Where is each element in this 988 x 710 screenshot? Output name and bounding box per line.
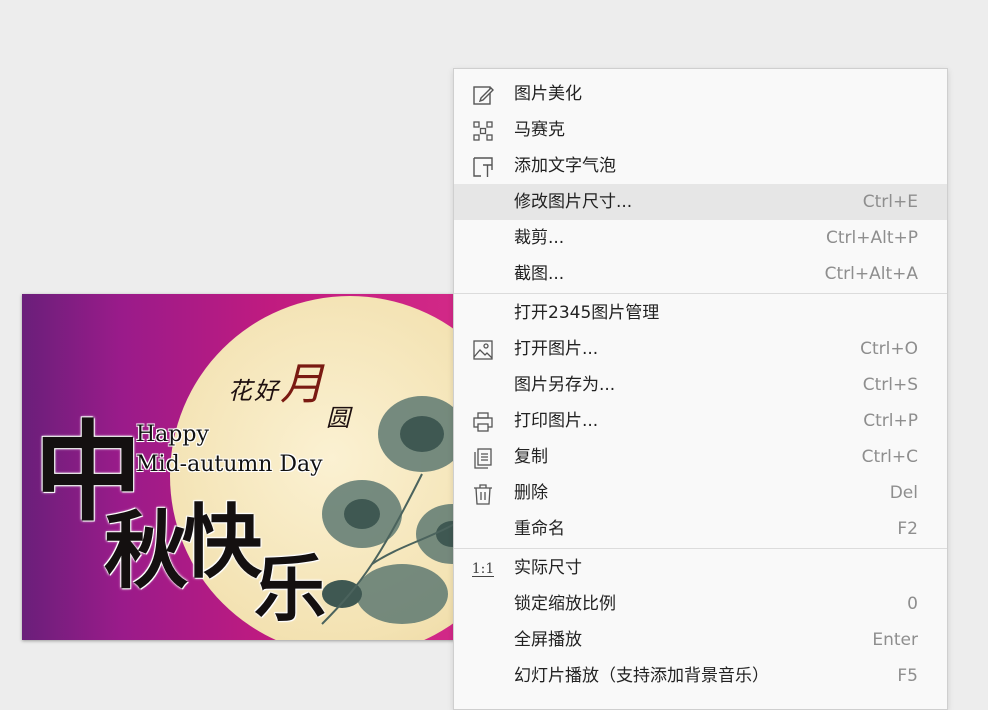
menu-item-fullscreen[interactable]: 全屏播放 Enter (454, 622, 947, 658)
verse-text: 花好月 圆 (228, 348, 350, 432)
actual-size-icon-text: 1:1 (471, 560, 495, 577)
menu-item-label: 马赛克 (514, 120, 565, 140)
context-menu: 图片美化 马赛克 添加文字气泡 修改图片尺寸... Ctrl+E 裁剪... C… (453, 68, 948, 710)
menu-item-label: 打开2345图片管理 (514, 303, 660, 323)
menu-item-shortcut: Ctrl+C (861, 447, 918, 467)
menu-item-shortcut: Ctrl+Alt+A (824, 264, 918, 284)
menu-item-label: 图片美化 (514, 84, 582, 104)
menu-separator (454, 293, 947, 294)
menu-item-label: 图片另存为... (514, 375, 616, 395)
menu-item-label: 全屏播放 (514, 630, 582, 650)
menu-item-label: 添加文字气泡 (514, 156, 616, 176)
english-greeting-line1: Happy (136, 422, 209, 447)
menu-item-shortcut: Ctrl+O (860, 339, 918, 359)
calligraphy-char-4: 乐 (254, 546, 327, 631)
menu-item-shortcut: F2 (897, 519, 918, 539)
menu-item-shortcut: Ctrl+S (862, 375, 918, 395)
menu-item-label: 重命名 (514, 519, 565, 539)
menu-item-beautify[interactable]: 图片美化 (454, 76, 947, 112)
menu-item-label: 裁剪... (514, 228, 565, 248)
menu-item-screenshot[interactable]: 截图... Ctrl+Alt+A (454, 256, 947, 292)
menu-item-mosaic[interactable]: 马赛克 (454, 112, 947, 148)
printer-icon (472, 411, 494, 433)
menu-item-label: 截图... (514, 264, 565, 284)
menu-item-actual-size[interactable]: 1:1 实际尺寸 (454, 550, 947, 586)
menu-separator (454, 548, 947, 549)
menu-item-shortcut: Del (889, 483, 918, 503)
actual-size-icon: 1:1 (471, 558, 495, 580)
image-icon (472, 339, 494, 361)
image-preview: 花好月 圆 中 秋 快 乐 Happy Mid-autumn Day (22, 294, 474, 640)
menu-item-shortcut: Ctrl+E (862, 192, 918, 212)
verse-part1: 花好 (228, 377, 280, 405)
copy-icon (472, 447, 494, 469)
menu-item-label: 修改图片尺寸... (514, 192, 633, 212)
calligraphy-char-2: 秋 (104, 501, 189, 600)
menu-item-label: 打印图片... (514, 411, 599, 431)
menu-item-open-image[interactable]: 打开图片... Ctrl+O (454, 331, 947, 367)
menu-item-slideshow[interactable]: 幻灯片播放（支持添加背景音乐） F5 (454, 658, 947, 694)
menu-item-shortcut: Enter (872, 630, 918, 650)
english-greeting-line2: Mid-autumn Day (136, 452, 323, 477)
text-bubble-icon (472, 156, 494, 178)
menu-item-copy[interactable]: 复制 Ctrl+C (454, 439, 947, 475)
menu-item-crop[interactable]: 裁剪... Ctrl+Alt+P (454, 220, 947, 256)
edit-icon (472, 84, 494, 106)
menu-item-shortcut: Ctrl+Alt+P (825, 228, 918, 248)
calligraphy-char-3: 快 (182, 495, 262, 589)
verse-red-char: 月 (280, 359, 326, 410)
menu-item-lock-zoom[interactable]: 锁定缩放比例 0 (454, 586, 947, 622)
menu-item-label: 幻灯片播放（支持添加背景音乐） (514, 666, 769, 686)
menu-item-text-bubble[interactable]: 添加文字气泡 (454, 148, 947, 184)
menu-item-label: 锁定缩放比例 (514, 594, 616, 614)
verse-part2: 圆 (326, 404, 352, 432)
menu-item-open-manager[interactable]: 打开2345图片管理 (454, 295, 947, 331)
menu-item-save-as[interactable]: 图片另存为... Ctrl+S (454, 367, 947, 403)
menu-item-resize[interactable]: 修改图片尺寸... Ctrl+E (454, 184, 947, 220)
menu-item-shortcut: F5 (897, 666, 918, 686)
menu-item-shortcut: Ctrl+P (863, 411, 918, 431)
mosaic-icon (472, 120, 494, 142)
menu-item-shortcut: 0 (907, 594, 918, 614)
menu-item-print[interactable]: 打印图片... Ctrl+P (454, 403, 947, 439)
menu-item-label: 实际尺寸 (514, 558, 582, 578)
menu-item-label: 复制 (514, 447, 548, 467)
menu-item-delete[interactable]: 删除 Del (454, 475, 947, 511)
trash-icon (472, 483, 494, 505)
menu-item-rename[interactable]: 重命名 F2 (454, 511, 947, 547)
menu-item-label: 删除 (514, 483, 548, 503)
menu-item-label: 打开图片... (514, 339, 599, 359)
